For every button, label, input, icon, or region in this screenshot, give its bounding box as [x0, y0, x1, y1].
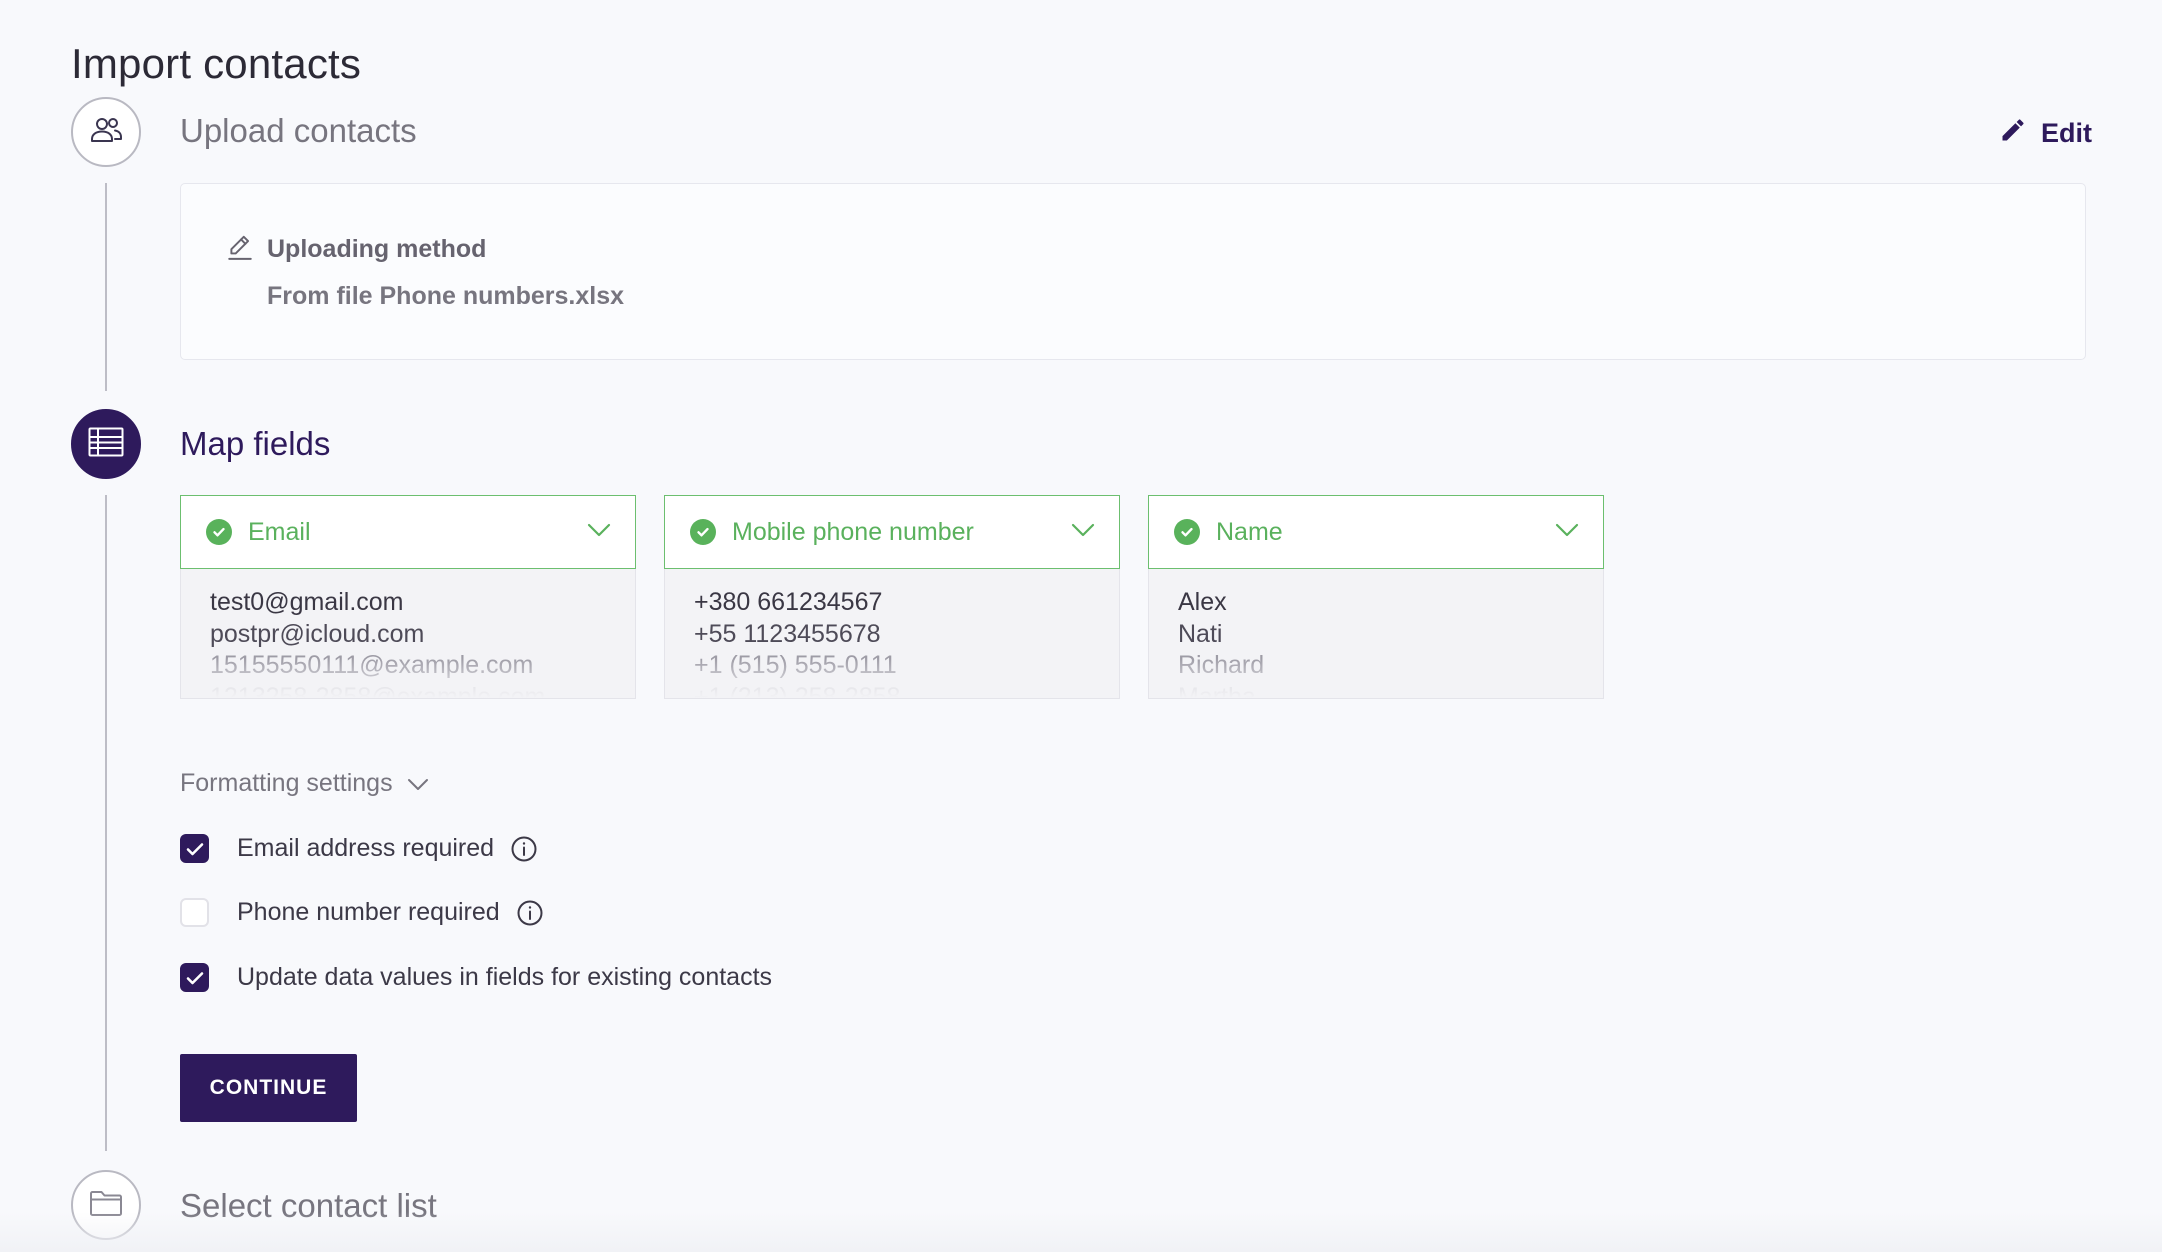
info-icon[interactable] — [510, 835, 538, 863]
preview-value: +1 (213) 258-2858 — [694, 682, 901, 699]
pencil-icon — [1999, 116, 2027, 151]
map-column-name: Name Alex Nati Richard Martha — [1148, 495, 1604, 699]
uploading-method-label: Uploading method — [267, 235, 487, 263]
preview-value: Martha — [1178, 682, 1256, 699]
upload-summary-card — [180, 183, 2086, 360]
step-map-title: Map fields — [180, 425, 331, 462]
field-preview: test0@gmail.com postpr@icloud.com 151555… — [180, 569, 636, 699]
bottom-fade — [0, 1212, 2162, 1252]
option-email-required: Email address required — [180, 834, 538, 863]
chevron-down-icon — [1071, 523, 1095, 542]
option-update-existing: Update data values in fields for existin… — [180, 963, 772, 992]
option-label: Email address required — [237, 834, 495, 862]
email-required-checkbox[interactable] — [180, 834, 209, 863]
option-label: Update data values in fields for existin… — [237, 963, 773, 991]
preview-value: Nati — [1178, 619, 1223, 648]
edit-upload-button[interactable]: Edit — [1999, 116, 2092, 151]
table-icon — [88, 427, 124, 462]
map-column-email: Email test0@gmail.com postpr@icloud.com … — [180, 495, 636, 699]
step-upload-indicator — [71, 97, 141, 167]
field-select-label: Name — [1216, 517, 1283, 546]
update-existing-checkbox[interactable] — [180, 963, 209, 992]
preview-value: 15155550111@example.com — [210, 651, 534, 679]
field-select-phone[interactable]: Mobile phone number — [664, 495, 1120, 569]
map-column-phone: Mobile phone number +380 661234567 +55 1… — [664, 495, 1120, 699]
option-label: Phone number required — [237, 898, 500, 926]
phone-required-checkbox[interactable] — [180, 898, 209, 927]
chevron-down-icon — [587, 523, 611, 542]
field-preview: +380 661234567 +55 1123455678 +1 (515) 5… — [664, 569, 1120, 699]
timeline-connector — [105, 183, 107, 391]
preview-value: +380 661234567 — [694, 588, 883, 616]
field-preview: Alex Nati Richard Martha — [1148, 569, 1604, 699]
field-select-name[interactable]: Name — [1148, 495, 1604, 569]
check-circle-icon — [690, 519, 716, 545]
edit-outline-icon — [227, 233, 253, 266]
preview-value: +1 (515) 555-0111 — [694, 651, 897, 679]
page-title: Import contacts — [71, 40, 362, 87]
preview-value: 1213258-2858@example.com — [210, 682, 546, 699]
field-select-label: Mobile phone number — [732, 517, 974, 546]
step-upload-title: Upload contacts — [180, 112, 417, 149]
check-circle-icon — [206, 519, 232, 545]
chevron-down-icon — [1555, 523, 1579, 542]
field-select-label: Email — [248, 517, 311, 546]
timeline-connector — [105, 495, 107, 1151]
check-circle-icon — [1174, 519, 1200, 545]
field-select-email[interactable]: Email — [180, 495, 636, 569]
info-icon[interactable] — [516, 899, 544, 927]
preview-value: Alex — [1178, 588, 1227, 616]
preview-value: +55 1123455678 — [694, 619, 881, 648]
edit-label: Edit — [2041, 118, 2092, 148]
formatting-settings-toggle[interactable]: Formatting settings — [180, 769, 429, 798]
formatting-settings-label: Formatting settings — [180, 769, 393, 797]
uploading-method-value: From file Phone numbers.xlsx — [267, 282, 625, 310]
preview-value: test0@gmail.com — [210, 588, 404, 616]
chevron-down-icon — [407, 769, 429, 798]
preview-value: Richard — [1178, 651, 1265, 679]
preview-value: postpr@icloud.com — [210, 619, 425, 648]
continue-button[interactable]: CONTINUE — [180, 1054, 357, 1122]
users-icon — [89, 115, 123, 150]
option-phone-required: Phone number required — [180, 898, 544, 927]
step-map-indicator — [71, 409, 141, 479]
